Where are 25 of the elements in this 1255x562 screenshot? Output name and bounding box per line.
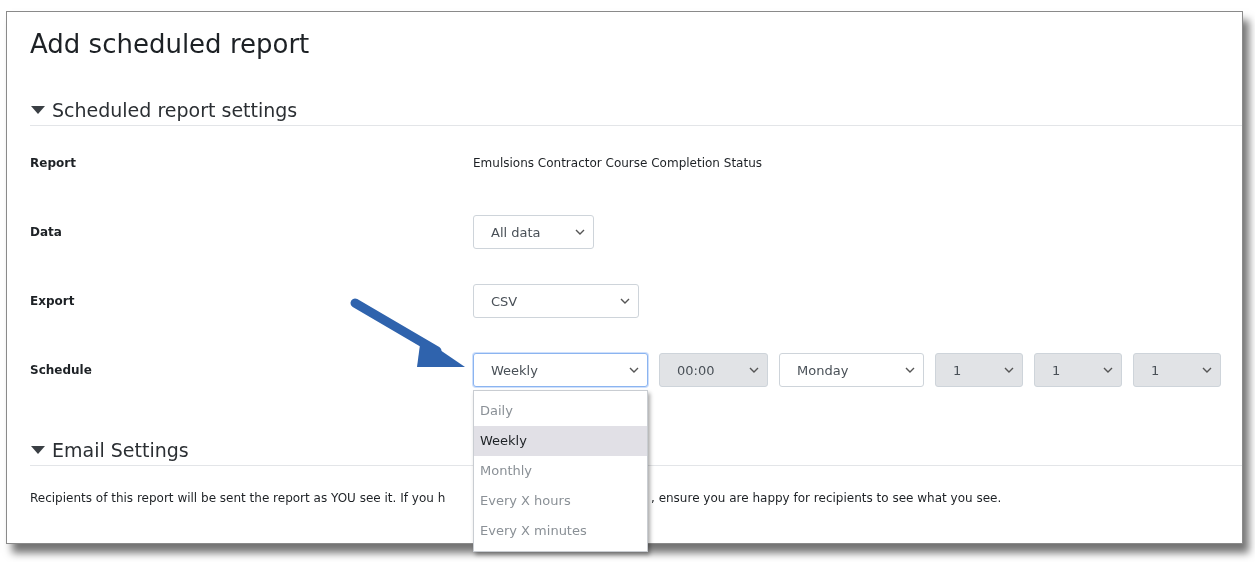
field-label: Export — [30, 294, 75, 308]
caret-icon[interactable] — [30, 105, 46, 115]
field-label: Data — [30, 225, 62, 239]
chevron-icon — [620, 297, 630, 305]
chevron-icon — [575, 228, 585, 236]
section-title[interactable]: Email Settings — [52, 439, 189, 461]
page-title: Add scheduled report — [30, 28, 310, 61]
chevron-icon — [905, 366, 915, 374]
info-text: , ensure you are happy for recipients to see what you see. — [651, 490, 1002, 507]
chevron-icon — [1004, 366, 1014, 374]
info-text: Recipients of this report will be sent the report as YOU see it. If you h — [30, 490, 446, 507]
select-field[interactable]: CSV — [473, 284, 639, 318]
field-label: Schedule — [30, 363, 92, 377]
select-field[interactable]: All data — [473, 215, 594, 249]
chevron-icon — [1202, 366, 1212, 374]
caret-icon[interactable] — [30, 445, 46, 455]
select-field[interactable]: Weekly — [473, 353, 648, 387]
dropdown-option[interactable]: Weekly — [474, 426, 647, 456]
section-title[interactable]: Scheduled report settings — [52, 99, 298, 121]
field-label: Report — [30, 156, 76, 170]
chevron-icon — [1103, 366, 1113, 374]
chevron-icon — [629, 366, 639, 374]
chevron-icon — [749, 366, 759, 374]
select-field[interactable]: Monday — [779, 353, 924, 387]
report-name: Emulsions Contractor Course Completion Status — [473, 156, 762, 170]
